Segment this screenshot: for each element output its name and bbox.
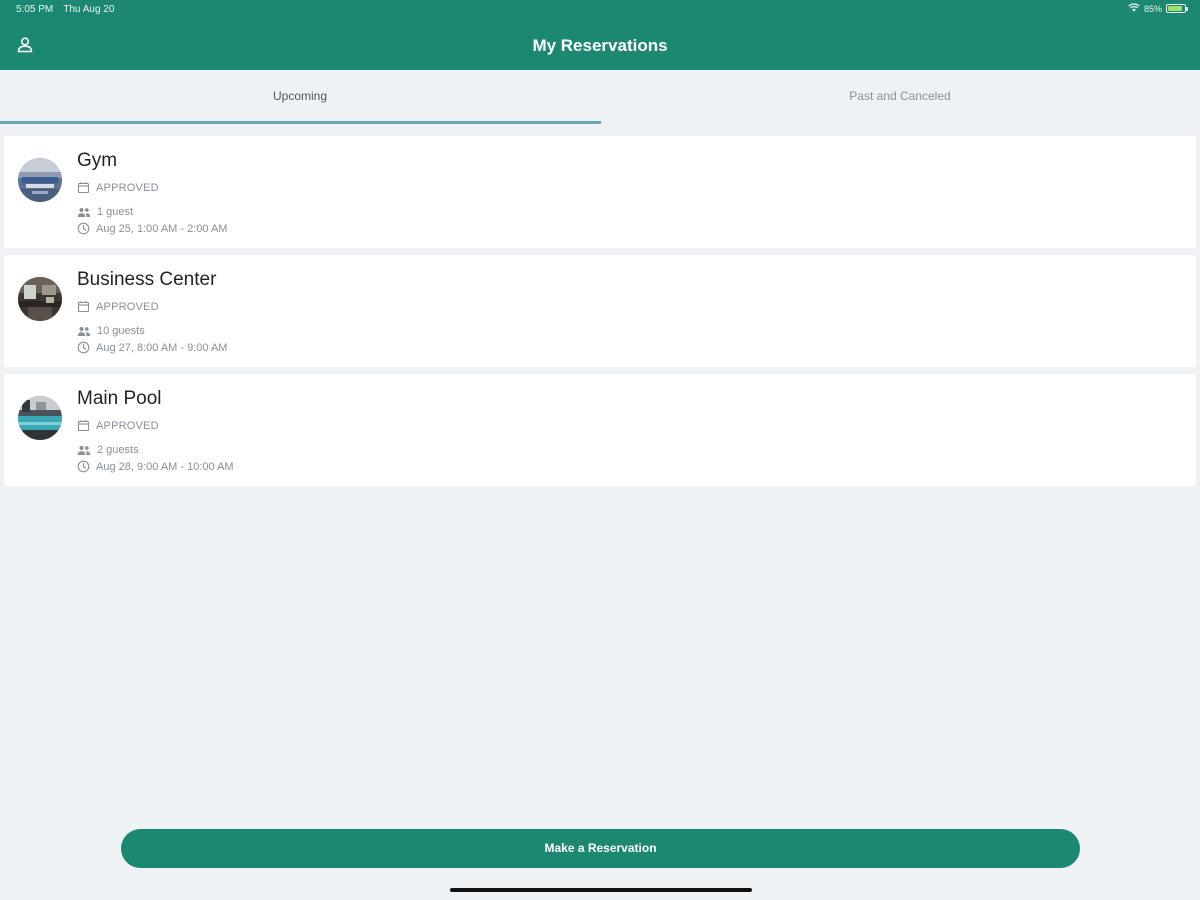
calendar-icon xyxy=(77,181,90,194)
time-text: Aug 27, 8:00 AM - 9:00 AM xyxy=(96,341,228,354)
tab-selected-indicator xyxy=(0,121,601,124)
reservation-title: Main Pool xyxy=(77,388,162,409)
status-time: 5:05 PM xyxy=(16,4,54,15)
tab-upcoming[interactable]: Upcoming xyxy=(0,70,600,124)
reservation-guests: 1 guest xyxy=(77,206,133,218)
reservation-card-business-center[interactable]: Business Center APPROVED 10 guests Aug 2… xyxy=(4,255,1196,367)
status-bar-right: 85% xyxy=(1128,3,1188,14)
tab-bar: Upcoming Past and Canceled xyxy=(0,70,1200,126)
clock-icon xyxy=(77,460,90,473)
page-title: My Reservations xyxy=(532,36,668,55)
people-icon xyxy=(77,445,91,456)
reservation-guests: 2 guests xyxy=(77,444,139,456)
reservation-card-main-pool[interactable]: Main Pool APPROVED 2 guests Aug 28, 9:00… xyxy=(4,374,1196,486)
status-text: APPROVED xyxy=(96,300,159,313)
status-date: Thu Aug 20 xyxy=(63,4,115,15)
reservation-status: APPROVED xyxy=(77,181,159,194)
reservation-guests: 10 guests xyxy=(77,325,145,337)
reservation-card-gym[interactable]: Gym APPROVED 1 guest Aug 25, 1:00 AM - 2… xyxy=(4,136,1196,248)
calendar-icon xyxy=(77,419,90,432)
reservation-title: Business Center xyxy=(77,269,217,290)
people-icon xyxy=(77,326,91,337)
reservation-status: APPROVED xyxy=(77,300,159,313)
reservation-time: Aug 25, 1:00 AM - 2:00 AM xyxy=(77,222,227,235)
reservation-time: Aug 27, 8:00 AM - 9:00 AM xyxy=(77,341,227,354)
reservation-status: APPROVED xyxy=(77,419,159,432)
make-reservation-button[interactable]: Make a Reservation xyxy=(121,829,1080,868)
clock-icon xyxy=(77,222,90,235)
battery-percent: 85% xyxy=(1143,3,1162,14)
status-text: APPROVED xyxy=(96,181,159,194)
battery-icon xyxy=(1166,4,1188,13)
calendar-icon xyxy=(77,300,90,313)
top-bar: 5:05 PM Thu Aug 20 85% My Reservations xyxy=(0,0,1200,70)
tab-past-and-canceled[interactable]: Past and Canceled xyxy=(600,70,1200,124)
gym-thumbnail xyxy=(18,158,62,202)
clock-icon xyxy=(77,341,90,354)
time-text: Aug 25, 1:00 AM - 2:00 AM xyxy=(96,222,228,235)
guests-text: 1 guest xyxy=(97,206,134,218)
reservation-title: Gym xyxy=(77,150,118,171)
status-text: APPROVED xyxy=(96,419,159,432)
guests-text: 2 guests xyxy=(97,444,139,456)
wifi-icon xyxy=(1128,3,1140,14)
home-indicator[interactable] xyxy=(450,888,752,892)
battery-fill xyxy=(1168,6,1182,11)
time-text: Aug 28, 9:00 AM - 10:00 AM xyxy=(96,460,234,473)
status-bar-left: 5:05 PM Thu Aug 20 xyxy=(16,4,114,15)
main-pool-thumbnail xyxy=(18,396,62,440)
reservation-list: Gym APPROVED 1 guest Aug 25, 1:00 AM - 2… xyxy=(4,136,1196,493)
guests-text: 10 guests xyxy=(97,325,145,337)
people-icon xyxy=(77,207,91,218)
reservation-time: Aug 28, 9:00 AM - 10:00 AM xyxy=(77,460,234,473)
business-center-thumbnail xyxy=(18,277,62,321)
